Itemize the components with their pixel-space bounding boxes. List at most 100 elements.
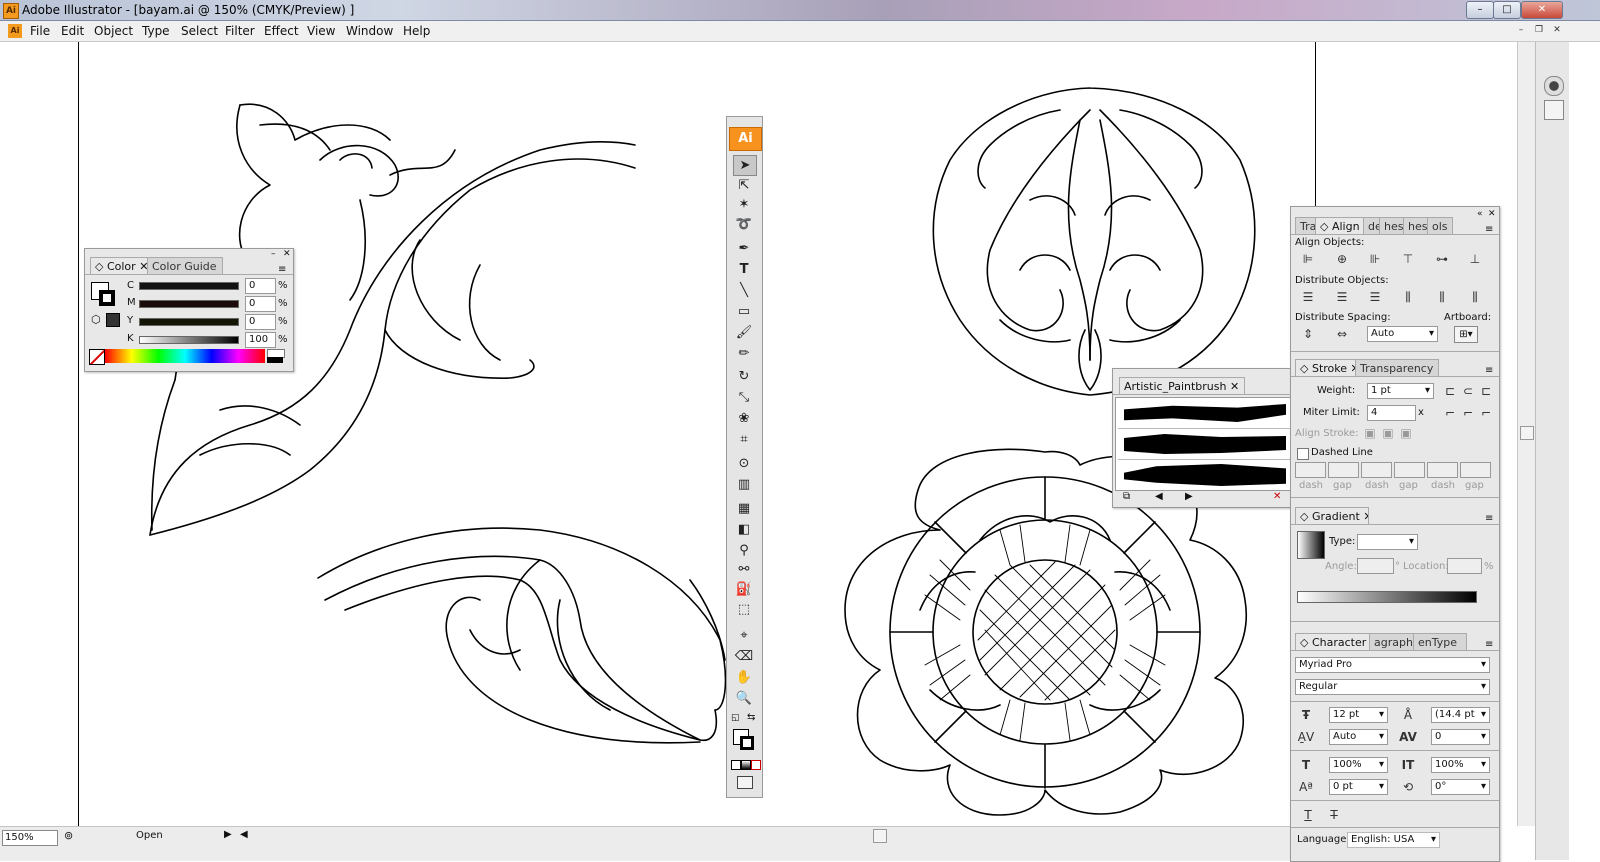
slider-c[interactable]	[139, 282, 239, 290]
column-graph-tool-icon[interactable]: ▥	[733, 475, 755, 494]
doc-minimize-icon[interactable]: –	[1514, 24, 1528, 37]
align-to-artboard-icon[interactable]: ⊞▾	[1454, 326, 1478, 343]
gradient-slider[interactable]	[1297, 591, 1477, 603]
scale-tool-icon[interactable]: ⤡	[733, 388, 755, 407]
distribute-right-icon[interactable]: ⫼	[1466, 289, 1484, 305]
gradient-panel-menu-icon[interactable]: ≡	[1485, 513, 1493, 524]
warp-tool-icon[interactable]: ❀	[733, 409, 755, 428]
menu-object[interactable]: Object	[94, 24, 133, 38]
blend-tool-icon[interactable]: ⚯	[733, 560, 755, 579]
slider-y[interactable]	[139, 318, 239, 326]
slider-k[interactable]	[139, 336, 239, 344]
eraser-tool-icon[interactable]: ⌫	[733, 647, 755, 666]
crop-area-tool-icon[interactable]: ⌖	[733, 626, 755, 645]
artwork-drawing[interactable]	[0, 42, 1290, 826]
type-tool-icon[interactable]: T	[733, 260, 755, 279]
document-icon[interactable]: Ai	[8, 24, 22, 38]
align-bottom-icon[interactable]: ⊥	[1466, 251, 1484, 267]
tab-opentype[interactable]: enType	[1413, 633, 1467, 651]
menu-filter[interactable]: Filter	[225, 24, 255, 38]
swap-colors-icon[interactable]: ⇆	[747, 712, 755, 723]
pencil-tool-icon[interactable]: ✏	[733, 344, 755, 363]
hand-tool-icon[interactable]: ✋	[733, 668, 755, 687]
align-right-icon[interactable]: ⊪	[1366, 251, 1384, 267]
font-size-field[interactable]: 12 pt ▾	[1329, 707, 1388, 723]
align-stroke-inside-icon[interactable]: ▣	[1379, 425, 1397, 441]
leading-field[interactable]: (14.4 pt ▾	[1431, 707, 1490, 723]
out-of-gamut-icon[interactable]: ⬡	[91, 313, 101, 326]
tab-artistic-paintbrush[interactable]: Artistic_Paintbrush ✕	[1119, 377, 1245, 395]
cap-butt-icon[interactable]: ⊏	[1441, 383, 1459, 399]
stroke-swatch[interactable]	[740, 736, 754, 750]
strikethrough-icon[interactable]: T	[1325, 807, 1343, 823]
status-arrow-icon[interactable]: ▶	[224, 829, 232, 840]
align-top-icon[interactable]: ⊤	[1399, 251, 1417, 267]
rotate-tool-icon[interactable]: ↻	[733, 367, 755, 386]
align-vcenter-icon[interactable]: ⊶	[1433, 251, 1451, 267]
doc-close-icon[interactable]: ✕	[1550, 24, 1564, 37]
none-swatch[interactable]	[89, 349, 105, 365]
distribute-hspace-icon[interactable]: ⇔	[1333, 326, 1351, 342]
symbol-sprayer-tool-icon[interactable]: ⊙	[733, 454, 755, 473]
color-spectrum[interactable]	[105, 349, 265, 363]
hscroll-thumb[interactable]	[873, 829, 887, 843]
previous-library-icon[interactable]: ◀	[1155, 491, 1163, 502]
angle-field[interactable]	[1357, 558, 1394, 574]
vertical-scale-field[interactable]: 100% ▾	[1431, 757, 1490, 773]
color-mode-icon[interactable]	[731, 760, 741, 770]
rectangle-tool-icon[interactable]: ▭	[733, 302, 755, 321]
black-swatch[interactable]	[267, 357, 283, 363]
line-tool-icon[interactable]: ╲	[733, 281, 755, 300]
dash-3-field[interactable]	[1427, 462, 1458, 478]
font-family-select[interactable]: Myriad Pro ▾	[1295, 657, 1490, 673]
distribute-left-icon[interactable]: ⫼	[1399, 289, 1417, 305]
align-stroke-center-icon[interactable]: ▣	[1361, 425, 1379, 441]
align-left-icon[interactable]: ⊫	[1299, 251, 1317, 267]
free-transform-tool-icon[interactable]: ⌗	[733, 430, 755, 449]
tracking-field[interactable]: 0 ▾	[1431, 729, 1490, 745]
menu-file[interactable]: File	[30, 24, 50, 38]
menu-effect[interactable]: Effect	[264, 24, 299, 38]
distribute-vspace-icon[interactable]: ⇕	[1299, 326, 1317, 342]
zoom-icon[interactable]: ⊚	[64, 829, 73, 842]
screen-mode-icon[interactable]	[737, 776, 753, 789]
gradient-preview-swatch[interactable]	[1297, 531, 1325, 559]
menu-help[interactable]: Help	[403, 24, 430, 38]
distribute-hcenter-icon[interactable]: ⫼	[1433, 289, 1451, 305]
join-round-icon[interactable]: ⌐	[1459, 405, 1477, 421]
cap-square-icon[interactable]: ⊏	[1477, 383, 1495, 399]
hscroll-left-icon[interactable]: ◀	[240, 829, 248, 840]
menu-view[interactable]: View	[307, 24, 335, 38]
tab-color-guide[interactable]: Color Guide	[147, 257, 223, 275]
gap-1-field[interactable]	[1328, 462, 1359, 478]
layers-dock-icon[interactable]	[1544, 76, 1564, 96]
cap-round-icon[interactable]: ⊂	[1459, 383, 1477, 399]
y-value-field[interactable]: 0	[245, 314, 276, 330]
brush-stroke-3[interactable]	[1124, 464, 1286, 486]
language-select[interactable]: English: USA ▾	[1347, 832, 1440, 848]
close-button[interactable]: ✕	[1521, 1, 1563, 19]
tab-gradient[interactable]: ◇ Gradient ✕	[1295, 507, 1369, 525]
zoom-select[interactable]: 150%	[2, 830, 58, 846]
character-panel-menu-icon[interactable]: ≡	[1485, 639, 1493, 650]
tab-color[interactable]: ◇ Color ✕	[90, 257, 153, 275]
brush-stroke-1[interactable]	[1124, 404, 1286, 422]
weight-field[interactable]: 1 pt ▾	[1367, 383, 1434, 399]
tab-symbols[interactable]: ols	[1427, 217, 1453, 235]
dock-close-icon[interactable]: ✕	[1488, 209, 1496, 219]
stroke-panel-menu-icon[interactable]: ≡	[1485, 365, 1493, 376]
menu-type[interactable]: Type	[142, 24, 170, 38]
spacing-value-field[interactable]: Auto ▾	[1367, 326, 1438, 342]
live-paint-selection-tool-icon[interactable]: ⬚	[733, 600, 755, 619]
vertical-scrollbar[interactable]	[1517, 42, 1536, 826]
next-library-icon[interactable]: ▶	[1185, 491, 1193, 502]
location-field[interactable]	[1447, 558, 1482, 574]
k-value-field[interactable]: 100	[245, 332, 276, 348]
zoom-tool-icon[interactable]: 🔍	[733, 689, 755, 708]
none-mode-icon[interactable]	[751, 760, 761, 770]
mesh-tool-icon[interactable]: ▦	[733, 499, 755, 518]
delete-brush-icon[interactable]: ✕	[1273, 491, 1281, 502]
dash-2-field[interactable]	[1361, 462, 1392, 478]
paintbrush-tool-icon[interactable]: 🖌	[733, 323, 755, 342]
maximize-button[interactable]: □	[1493, 1, 1521, 19]
